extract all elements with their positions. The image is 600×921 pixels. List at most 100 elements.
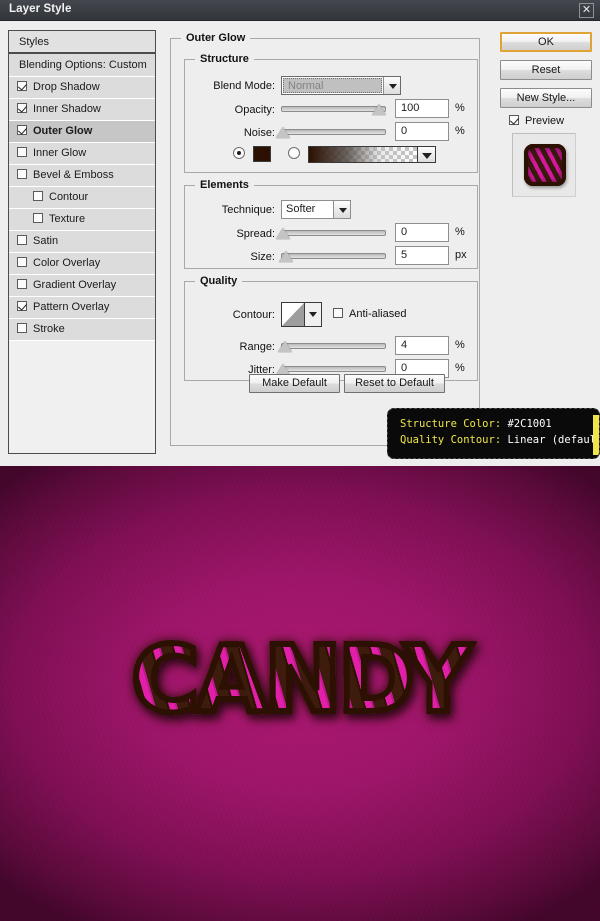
gradient-preview — [309, 147, 418, 162]
candy-text: CANDY — [128, 626, 474, 733]
size-slider-thumb[interactable] — [279, 251, 293, 262]
styles-list-item-label: Stroke — [33, 323, 65, 335]
chevron-down-icon — [418, 147, 435, 162]
glow-color-radio[interactable] — [233, 147, 245, 159]
styles-list-item[interactable]: Stroke — [9, 319, 155, 341]
anti-aliased-checkbox[interactable] — [333, 308, 343, 318]
noise-slider-groove — [281, 129, 386, 135]
styles-list-item[interactable]: Texture — [9, 209, 155, 231]
noise-label: Noise: — [243, 127, 275, 139]
outer-glow-legend: Outer Glow — [181, 32, 251, 44]
size-input[interactable]: 5 — [395, 246, 449, 265]
styles-list-item[interactable]: Contour — [9, 187, 155, 209]
effect-checkbox[interactable] — [17, 169, 27, 179]
spread-slider[interactable] — [276, 226, 386, 242]
glow-color-swatch[interactable] — [253, 146, 271, 162]
technique-select[interactable]: Softer — [281, 200, 351, 219]
candy-text-wrap: CANDY — [0, 626, 600, 733]
effect-checkbox[interactable] — [33, 213, 43, 223]
effect-checkbox[interactable] — [33, 191, 43, 201]
tooltip-accent-bar — [593, 415, 599, 455]
glow-gradient-select[interactable] — [308, 146, 436, 163]
elements-legend: Elements — [195, 179, 254, 191]
blending-options-item[interactable]: Blending Options: Custom — [9, 54, 155, 77]
effect-checkbox[interactable] — [17, 279, 27, 289]
styles-header: Styles — [9, 31, 155, 54]
range-label: Range: — [239, 341, 275, 353]
ok-button[interactable]: OK — [500, 32, 592, 52]
opacity-slider[interactable] — [281, 102, 386, 118]
tooltip-line-2-value: Linear (default) — [507, 434, 600, 446]
size-slider[interactable] — [279, 249, 386, 265]
noise-input[interactable]: 0 — [395, 122, 449, 141]
styles-list-item-label: Inner Glow — [33, 147, 87, 159]
preview-checkbox[interactable] — [509, 115, 519, 125]
tooltip-line-2-key: Quality Contour: — [400, 434, 502, 446]
effect-checkbox[interactable] — [17, 257, 27, 267]
spread-slider-groove — [281, 230, 386, 236]
structure-legend: Structure — [195, 53, 254, 65]
styles-list-item-label: Color Overlay — [33, 257, 101, 269]
new-style-button[interactable]: New Style... — [500, 88, 592, 108]
spread-unit: % — [455, 226, 465, 238]
styles-list-item-label: Bevel & Emboss — [33, 169, 114, 181]
styles-list-item[interactable]: Inner Glow — [9, 143, 155, 165]
range-slider[interactable] — [278, 339, 386, 355]
glow-gradient-radio[interactable] — [288, 147, 300, 159]
effect-checkbox[interactable] — [17, 147, 27, 157]
styles-list-item[interactable]: Color Overlay — [9, 253, 155, 275]
noise-slider-thumb[interactable] — [276, 127, 290, 138]
chevron-down-icon — [305, 303, 321, 326]
effect-checkbox[interactable] — [17, 301, 27, 311]
tooltip-line-1-value: #2C1001 — [507, 418, 552, 430]
contour-preview-icon — [282, 303, 305, 326]
spread-input[interactable]: 0 — [395, 223, 449, 242]
reset-button[interactable]: Reset — [500, 60, 592, 80]
preview-toggle[interactable]: Preview — [509, 115, 564, 128]
technique-label: Technique: — [221, 204, 275, 216]
window-title: Layer Style — [9, 3, 72, 15]
styles-list-item[interactable]: Inner Shadow — [9, 99, 155, 121]
jitter-slider-groove — [281, 366, 386, 372]
contour-label: Contour: — [232, 309, 275, 321]
close-icon[interactable]: ✕ — [579, 3, 594, 18]
effect-checkbox[interactable] — [17, 81, 27, 91]
styles-list-item-label: Pattern Overlay — [33, 301, 110, 313]
size-unit: px — [455, 249, 467, 261]
styles-list-empty-space — [9, 341, 155, 441]
opacity-input[interactable]: 100 — [395, 99, 449, 118]
spread-slider-thumb[interactable] — [276, 228, 290, 239]
effect-checkbox[interactable] — [17, 125, 27, 135]
range-input[interactable]: 4 — [395, 336, 449, 355]
opacity-slider-thumb[interactable] — [372, 104, 386, 115]
preview-thumbnail — [512, 133, 576, 197]
tooltip-line-2: Quality Contour: Linear (default) — [400, 432, 599, 448]
blend-mode-select[interactable]: Normal — [281, 76, 401, 95]
preview-swatch — [524, 144, 566, 186]
styles-list-item[interactable]: Drop Shadow — [9, 77, 155, 99]
elements-group: Elements Technique: Softer Spread: 0 % S… — [184, 179, 478, 269]
styles-list-item-label: Outer Glow — [33, 125, 93, 137]
styles-list-item[interactable]: Outer Glow — [9, 121, 155, 143]
contour-select[interactable] — [281, 302, 322, 327]
jitter-unit: % — [455, 362, 465, 374]
styles-list-panel: Styles Blending Options: Custom Drop Sha… — [8, 30, 156, 454]
range-slider-thumb[interactable] — [278, 341, 292, 352]
styles-list-item-label: Contour — [49, 191, 89, 203]
tooltip-line-1-key: Structure Color: — [400, 418, 502, 430]
noise-slider[interactable] — [276, 125, 386, 141]
chevron-down-icon — [333, 201, 350, 218]
styles-list-item[interactable]: Satin — [9, 231, 155, 253]
effect-checkbox[interactable] — [17, 235, 27, 245]
styles-list-item-label: Inner Shadow — [33, 103, 101, 115]
reset-to-default-button[interactable]: Reset to Default — [344, 374, 445, 393]
styles-list-item[interactable]: Bevel & Emboss — [9, 165, 155, 187]
chevron-down-icon — [383, 77, 400, 94]
dialog-actions: OK Reset New Style... Preview — [494, 30, 594, 454]
styles-list-item[interactable]: Pattern Overlay — [9, 297, 155, 319]
make-default-button[interactable]: Make Default — [249, 374, 340, 393]
title-bar: Layer Style ✕ — [0, 0, 600, 21]
effect-checkbox[interactable] — [17, 103, 27, 113]
styles-list-item[interactable]: Gradient Overlay — [9, 275, 155, 297]
effect-checkbox[interactable] — [17, 323, 27, 333]
